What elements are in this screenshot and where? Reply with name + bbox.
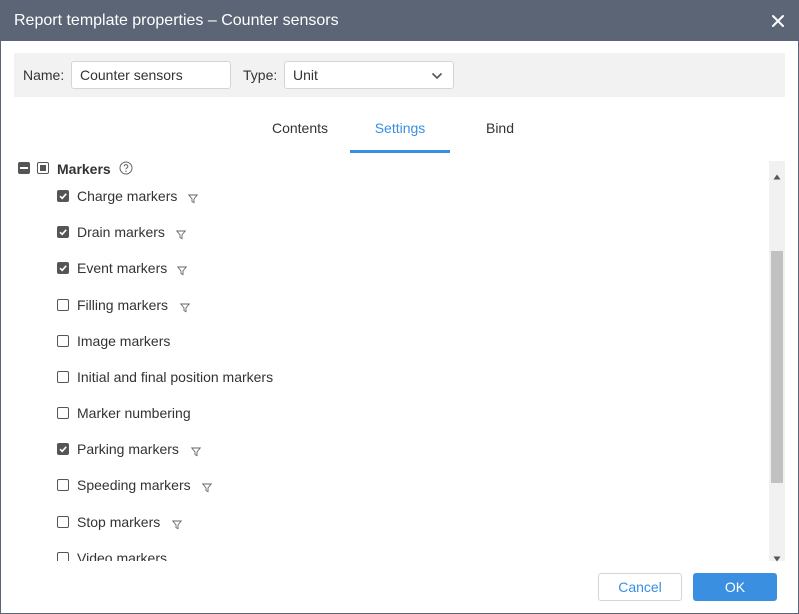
close-icon[interactable] [769,12,787,30]
settings-tree: Markers Charge markers Drain markers Eve… [14,161,786,561]
tab-settings[interactable]: Settings [350,109,450,153]
filter-icon[interactable] [179,300,191,313]
tab-bind[interactable]: Bind [451,109,549,153]
name-input[interactable] [71,61,231,89]
group-checkbox-partial[interactable] [37,162,49,174]
tab-label: Contents [271,120,329,136]
checkbox-unchecked[interactable] [57,407,69,419]
collapse-icon[interactable] [18,162,30,174]
filter-icon[interactable] [187,191,199,204]
titlebar: Report template properties – Counter sen… [1,1,798,41]
cancel-button[interactable]: Cancel [598,573,682,601]
item-label: Event markers [77,260,168,276]
tree-scrollbar[interactable] [769,161,785,562]
tab-contents[interactable]: Contents [251,109,349,153]
active-tab-indicator [350,150,450,153]
scroll-down-arrow-icon[interactable] [773,549,781,562]
filter-icon[interactable] [201,480,213,493]
ok-button[interactable]: OK [693,573,777,601]
scroll-up-arrow-icon[interactable] [773,167,781,180]
tab-label: Settings [374,120,426,136]
report-template-dialog: Report template properties – Counter sen… [0,0,799,614]
item-label: Speeding markers [77,477,191,493]
tab-label: Bind [485,120,515,136]
item-label: Filling markers [77,297,169,313]
item-label: Parking markers [77,441,179,457]
checkbox-checked[interactable] [57,443,69,455]
name-type-bar: Name: Type: Unit [14,53,785,97]
help-icon[interactable] [119,161,133,175]
checkbox-unchecked[interactable] [57,552,69,561]
type-select-value: Unit [293,67,318,83]
type-label: Type: [243,67,278,83]
item-label: Video markers [77,550,168,561]
filter-icon[interactable] [171,517,183,530]
group-label: Markers [57,161,111,177]
item-label: Charge markers [77,188,178,204]
checkbox-unchecked[interactable] [57,516,69,528]
scroll-thumb[interactable] [771,251,783,483]
chevron-down-icon [430,69,444,83]
filter-icon[interactable] [175,227,187,240]
item-label: Image markers [77,333,171,349]
dialog-title: Report template properties – Counter sen… [14,12,339,29]
item-label: Drain markers [77,224,165,240]
item-label: Marker numbering [77,405,191,421]
name-label: Name: [23,67,65,83]
checkbox-checked[interactable] [57,262,69,274]
checkbox-checked[interactable] [57,190,69,202]
checkbox-unchecked[interactable] [57,479,69,491]
checkbox-unchecked[interactable] [57,299,69,311]
item-label: Initial and final position markers [77,369,274,385]
checkbox-unchecked[interactable] [57,371,69,383]
type-select[interactable]: Unit [284,61,454,89]
item-label: Stop markers [77,514,161,530]
filter-icon[interactable] [176,263,188,276]
checkbox-unchecked[interactable] [57,335,69,347]
checkbox-checked[interactable] [57,226,69,238]
tab-bar: Contents Settings Bind [1,109,798,153]
filter-icon[interactable] [190,444,202,457]
